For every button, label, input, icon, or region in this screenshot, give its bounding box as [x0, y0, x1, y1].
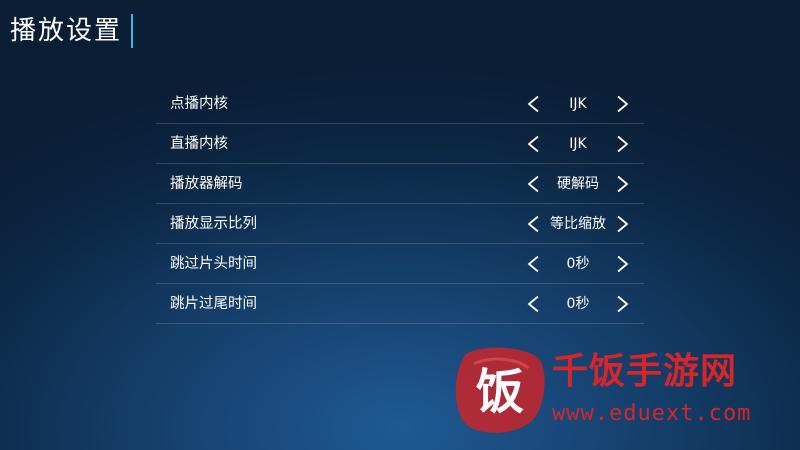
setting-label: 跳片过尾时间 — [170, 296, 257, 312]
setting-row-live-core[interactable]: 直播内核 IJK — [156, 124, 644, 164]
chevron-left-icon[interactable] — [526, 255, 542, 273]
value-selector: 等比缩放 — [526, 204, 630, 244]
value-selector: IJK — [526, 124, 630, 164]
value-selector: 0秒 — [526, 244, 630, 284]
chevron-left-icon[interactable] — [526, 175, 542, 193]
setting-label: 播放器解码 — [170, 176, 243, 192]
setting-value: 0秒 — [566, 256, 590, 272]
setting-row-aspect-ratio[interactable]: 播放显示比列 等比缩放 — [156, 204, 644, 244]
setting-value: 0秒 — [566, 296, 590, 312]
setting-row-skip-intro[interactable]: 跳过片头时间 0秒 — [156, 244, 644, 284]
chevron-right-icon[interactable] — [614, 95, 630, 113]
watermark-url: www.eduext.com — [552, 401, 752, 426]
title-accent-bar — [131, 14, 133, 48]
setting-row-vod-core[interactable]: 点播内核 IJK — [156, 84, 644, 124]
chevron-right-icon[interactable] — [614, 175, 630, 193]
setting-row-skip-outro[interactable]: 跳片过尾时间 0秒 — [156, 284, 644, 324]
setting-label: 跳过片头时间 — [170, 256, 257, 272]
chevron-left-icon[interactable] — [526, 295, 542, 313]
watermark-logo: 饭 — [455, 347, 545, 433]
chevron-right-icon[interactable] — [614, 295, 630, 313]
page-title: 播放设置 — [10, 16, 123, 46]
chevron-right-icon[interactable] — [614, 215, 630, 233]
setting-label: 播放显示比列 — [170, 216, 257, 232]
settings-list: 点播内核 IJK 直播内核 IJK 播放器解码 硬解码 播放显示比列 等比缩放 … — [156, 84, 644, 324]
watermark-logo-char: 饭 — [476, 364, 524, 420]
setting-value: IJK — [569, 96, 587, 112]
setting-label: 直播内核 — [170, 136, 228, 152]
chevron-left-icon[interactable] — [526, 215, 542, 233]
site-watermark: 饭 千饭手游网 www.eduext.com — [452, 340, 792, 440]
value-selector: IJK — [526, 84, 630, 124]
setting-value: IJK — [569, 136, 587, 152]
chevron-left-icon[interactable] — [526, 135, 542, 153]
chevron-right-icon[interactable] — [614, 255, 630, 273]
setting-value: 等比缩放 — [550, 216, 606, 232]
value-selector: 硬解码 — [526, 164, 630, 204]
value-selector: 0秒 — [526, 284, 630, 324]
chevron-left-icon[interactable] — [526, 95, 542, 113]
setting-label: 点播内核 — [170, 96, 228, 112]
setting-value: 硬解码 — [557, 176, 599, 192]
watermark-brand: 千饭手游网 — [552, 351, 738, 392]
setting-row-decoder[interactable]: 播放器解码 硬解码 — [156, 164, 644, 204]
chevron-right-icon[interactable] — [614, 135, 630, 153]
